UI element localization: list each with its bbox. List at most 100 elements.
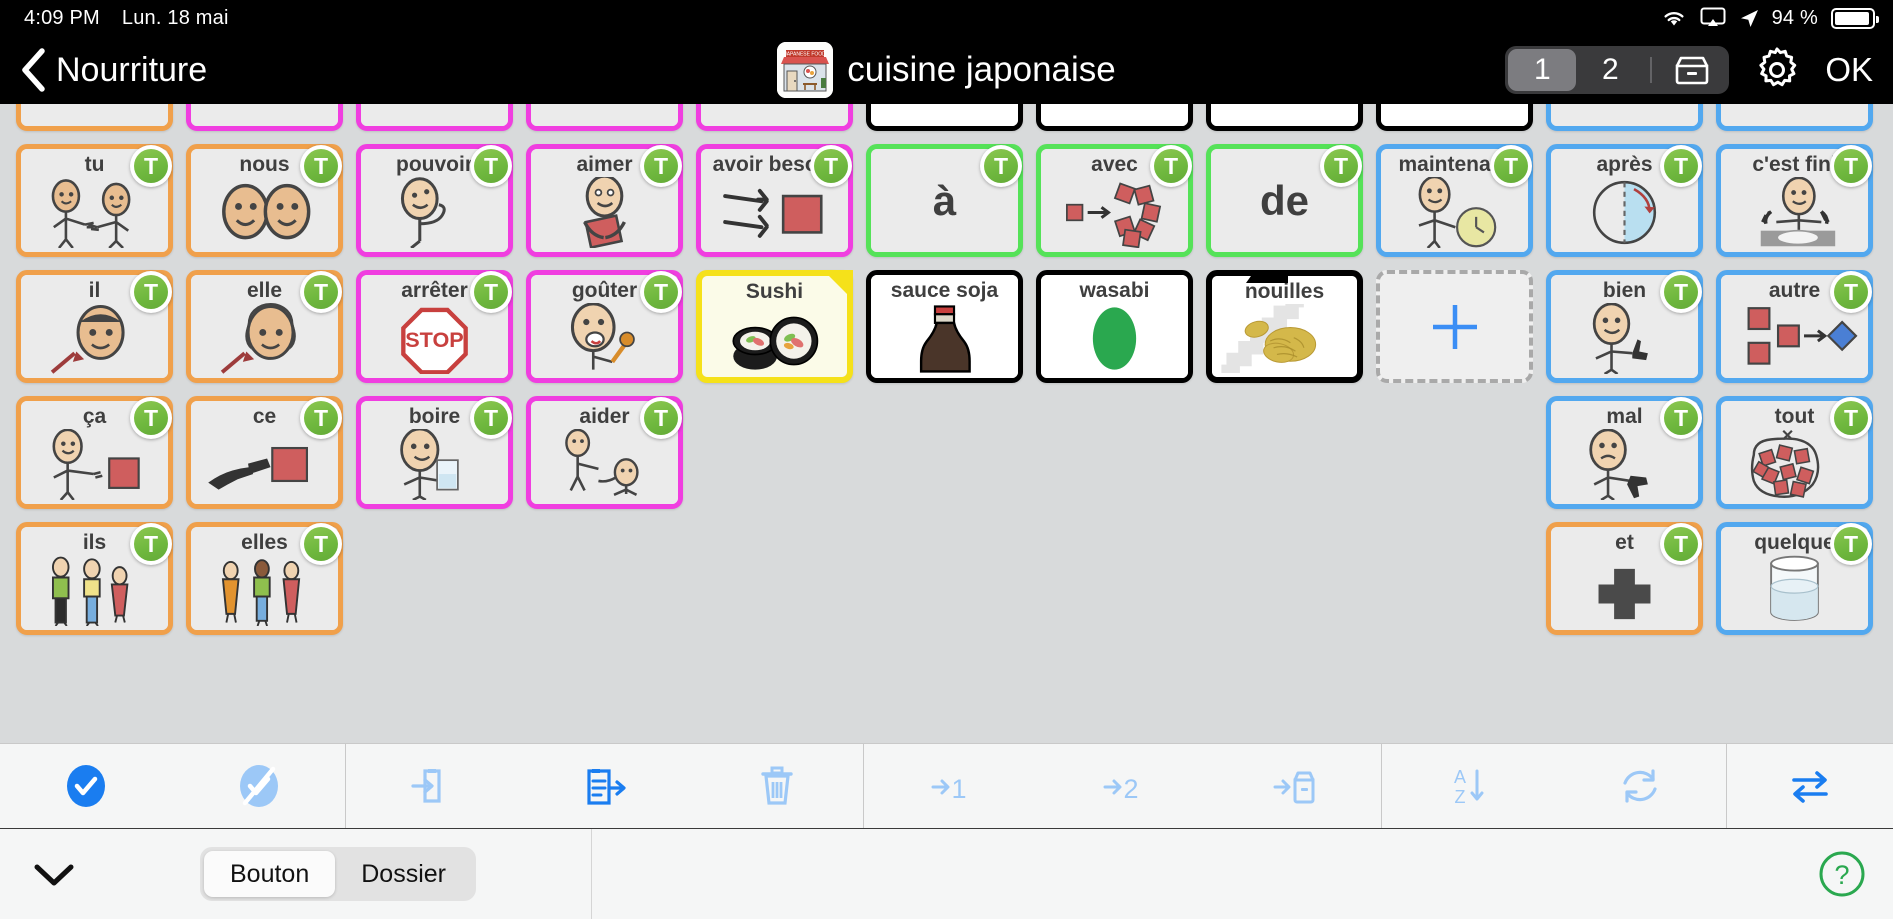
empty-slot — [696, 396, 853, 509]
page-title: cuisine japonaise — [847, 50, 1116, 89]
grid-cell[interactable] — [696, 104, 853, 131]
move-to-page-2-icon[interactable]: 2 — [1079, 753, 1165, 819]
grid-cell-sauce-soja[interactable]: sauce soja — [866, 270, 1023, 383]
person-pointing-square-icon — [21, 429, 168, 500]
text-badge: T — [130, 523, 172, 565]
grid-cell-tout[interactable]: tout T — [1716, 396, 1873, 509]
grid-cell-et[interactable]: et T — [1546, 522, 1703, 635]
grid-cell-maintenant[interactable]: maintenant T — [1376, 144, 1533, 257]
cell-label: ils — [82, 531, 107, 554]
grid-cell-ca[interactable]: ça T — [16, 396, 173, 509]
grid-cell-avec[interactable]: avec T — [1036, 144, 1193, 257]
question-mark-icon[interactable]: ? — [1817, 849, 1867, 899]
badge-label: T — [1664, 149, 1698, 183]
mode-dossier-tab[interactable]: Dossier — [335, 851, 472, 897]
grid-cell-cest-fini[interactable]: c'est fini T — [1716, 144, 1873, 257]
grid-cell-aimer[interactable]: aimer T — [526, 144, 683, 257]
cell-label: tout — [1774, 405, 1815, 428]
grid-cell-il[interactable]: il T — [16, 270, 173, 383]
grid-cell-apres[interactable]: après T — [1546, 144, 1703, 257]
person-empty-plate-icon — [1721, 177, 1868, 248]
grid-cell[interactable] — [526, 104, 683, 131]
person-thumbs-down-icon — [1551, 429, 1698, 500]
empty-slot — [1206, 396, 1363, 509]
mode-selector[interactable]: Bouton Dossier — [200, 847, 476, 901]
cell-label: aimer — [576, 153, 633, 176]
grid-cell-de[interactable]: de T — [1206, 144, 1363, 257]
badge-label: T — [304, 401, 338, 435]
badge-label: T — [644, 401, 678, 435]
status-bar: 4:09 PM Lun. 18 mai 94 % — [0, 0, 1893, 36]
ok-button[interactable]: OK — [1825, 51, 1873, 89]
grid-cell-a[interactable]: à T — [866, 144, 1023, 257]
grid-cell-tu[interactable]: tu T — [16, 144, 173, 257]
cell-label: nous — [239, 153, 290, 176]
back-button[interactable]: Nourriture — [20, 48, 207, 92]
export-out-icon[interactable] — [561, 753, 647, 819]
grid-cell-aider[interactable]: aider T — [526, 396, 683, 509]
cell-label: nouilles — [1244, 280, 1325, 303]
grid-cell-gouter[interactable]: goûter T — [526, 270, 683, 383]
cell-label: après — [1596, 153, 1653, 176]
toolbar-group-sort: A Z — [1381, 744, 1726, 828]
import-into-icon[interactable] — [389, 753, 475, 819]
grid-cell-arreter[interactable]: arrêter STOP T — [356, 270, 513, 383]
grid-cell-sushi-folder[interactable]: Sushi — [696, 270, 853, 383]
grid-cell[interactable] — [866, 104, 1023, 131]
mode-bouton-tab[interactable]: Bouton — [204, 851, 336, 897]
grid-cell[interactable] — [16, 104, 173, 131]
grid-cell-elle[interactable]: elle T — [186, 270, 343, 383]
badge-label: T — [644, 275, 678, 309]
text-badge: T — [470, 397, 512, 439]
grid-cell-elles[interactable]: elles T — [186, 522, 343, 635]
battery-icon — [1831, 7, 1879, 29]
grid-cell-avoir-besoin[interactable]: avoir besoin T — [696, 144, 853, 257]
grid-cell[interactable] — [1376, 104, 1533, 131]
grid-cell-bien[interactable]: bien T — [1546, 270, 1703, 383]
hand-pointing-square-icon — [191, 429, 338, 500]
text-badge: T — [1150, 145, 1192, 187]
swap-icon[interactable] — [1767, 753, 1853, 819]
page-1-tab[interactable]: 1 — [1508, 49, 1577, 91]
sort-az-icon[interactable]: A Z — [1425, 753, 1511, 819]
text-badge: T — [300, 271, 342, 313]
badge-label: T — [474, 149, 508, 183]
move-to-page-1-icon[interactable]: 1 — [907, 753, 993, 819]
grid-cell[interactable] — [1716, 104, 1873, 131]
page-selector[interactable]: 1 2 — [1505, 46, 1730, 94]
grid-cell-autre[interactable]: autre T — [1716, 270, 1873, 383]
move-to-archive-icon[interactable] — [1252, 753, 1338, 819]
select-all-icon[interactable] — [43, 753, 129, 819]
refresh-icon[interactable] — [1597, 753, 1683, 819]
add-button-cell[interactable] — [1376, 270, 1533, 383]
cell-label: aider — [579, 405, 630, 428]
badge-label: T — [304, 527, 338, 561]
grid-cell-ils[interactable]: ils T — [16, 522, 173, 635]
grid-cell-nouilles-folder[interactable]: nouilles — [1206, 270, 1363, 383]
page-2-tab[interactable]: 2 — [1576, 49, 1644, 91]
cell-label: et — [1615, 531, 1634, 554]
gear-icon[interactable] — [1751, 44, 1803, 96]
text-badge: T — [1490, 145, 1532, 187]
grid-cell[interactable] — [186, 104, 343, 131]
grid-cell-mal[interactable]: mal T — [1546, 396, 1703, 509]
segment-divider — [1650, 57, 1653, 83]
grid-cell-nous[interactable]: nous T — [186, 144, 343, 257]
grid-cell[interactable] — [1546, 104, 1703, 131]
trash-icon[interactable] — [734, 753, 820, 819]
chevron-down-icon[interactable] — [26, 846, 82, 902]
archive-tray-icon[interactable] — [1658, 49, 1726, 91]
grid-cell-quelque[interactable]: quelque T — [1716, 522, 1873, 635]
cell-big-text: à — [932, 176, 957, 224]
deselect-all-icon[interactable] — [216, 753, 302, 819]
grid-cell-wasabi[interactable]: wasabi — [1036, 270, 1193, 383]
app-header: Nourriture JAPANESE FOOD cuisine japonai… — [0, 36, 1893, 104]
grid-cell-pouvoir[interactable]: pouvoir T — [356, 144, 513, 257]
grid-cell[interactable] — [1206, 104, 1363, 131]
grid-cell[interactable] — [1036, 104, 1193, 131]
grid-cell-ce[interactable]: ce T — [186, 396, 343, 509]
three-people-mixed-icon — [21, 555, 168, 626]
grid-cell[interactable] — [356, 104, 513, 131]
grid-cell-boire[interactable]: boire T — [356, 396, 513, 509]
empty-slot — [866, 522, 1023, 635]
